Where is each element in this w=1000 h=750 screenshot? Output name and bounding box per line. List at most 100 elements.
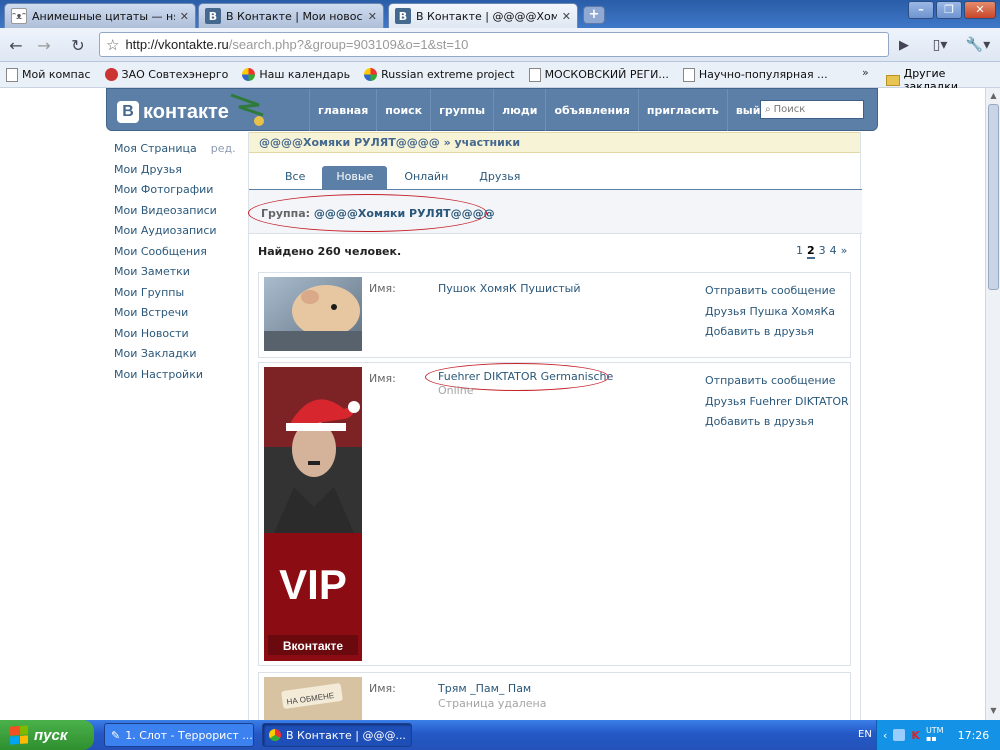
bookmark-item[interactable]: Наш календарь xyxy=(242,68,350,81)
scroll-up-arrow-icon[interactable]: ▲ xyxy=(986,89,1000,103)
menu-groups[interactable]: Мои Группы xyxy=(114,286,236,307)
forward-arrow-icon[interactable]: → xyxy=(32,33,56,57)
member-photo[interactable]: VIP Вконтакте xyxy=(264,367,362,661)
vertical-scrollbar[interactable]: ▲ ▼ xyxy=(985,88,1000,720)
close-tab-icon[interactable]: ✕ xyxy=(562,10,571,23)
search-icon: ⌕ xyxy=(765,104,771,115)
system-tray: ‹ K UTM ▪▪ 17:26 xyxy=(876,720,1000,750)
menu-news[interactable]: Мои Новости xyxy=(114,327,236,348)
start-button[interactable]: пуск xyxy=(0,720,94,750)
bookmark-item[interactable]: ЗАО Совтехэнерго xyxy=(104,68,228,81)
page-next[interactable]: » xyxy=(841,244,848,259)
menu-settings[interactable]: Мои Настройки xyxy=(114,368,236,389)
vk-header: Bконтакте главная поиск группы люди объя… xyxy=(106,88,878,131)
nav-home[interactable]: главная xyxy=(309,89,376,131)
tab-new[interactable]: Новые xyxy=(322,166,388,189)
scrollbar-thumb[interactable] xyxy=(988,104,999,290)
tab-friends[interactable]: Друзья xyxy=(465,166,534,189)
nav-ads[interactable]: объявления xyxy=(545,89,637,131)
member-name-link[interactable]: Пушок ХомяК Пушистый xyxy=(438,282,581,295)
nav-invite[interactable]: пригласить xyxy=(637,89,727,131)
bookmark-item[interactable]: Russian extreme project xyxy=(364,68,515,81)
wrench-menu-icon[interactable]: 🔧▾ xyxy=(962,33,994,57)
results-count: Найдено 260 человек. xyxy=(258,245,402,258)
menu-videos[interactable]: Мои Видеозаписи xyxy=(114,204,236,225)
browser-window: ᵔᴥᵔ Анимешные цитаты — ня... ✕ B В Конта… xyxy=(0,0,1000,750)
nav-groups[interactable]: группы xyxy=(430,89,493,131)
address-bar[interactable]: ☆ http://vkontakte.ru/search.php?&group=… xyxy=(99,32,889,57)
maximize-button[interactable]: ❐ xyxy=(936,1,962,19)
close-tab-icon[interactable]: ✕ xyxy=(180,10,189,23)
close-tab-icon[interactable]: ✕ xyxy=(368,10,377,23)
bookmark-item[interactable]: Мой компас xyxy=(6,67,91,82)
menu-photos[interactable]: Мои Фотографии xyxy=(114,183,236,204)
member-photo[interactable] xyxy=(264,277,362,351)
close-window-button[interactable]: ✕ xyxy=(964,1,996,19)
member-tabs: Все Новые Онлайн Друзья xyxy=(249,166,862,190)
edit-link[interactable]: ред. xyxy=(211,142,236,155)
menu-audio[interactable]: Мои Аудиозаписи xyxy=(114,224,236,245)
group-name[interactable]: @@@@Хомяки РУЛЯТ@@@@ xyxy=(314,207,495,220)
top-nav: главная поиск группы люди объявления при… xyxy=(309,89,783,131)
nav-search[interactable]: поиск xyxy=(376,89,430,131)
tray-arrow-icon[interactable]: ‹ xyxy=(883,729,887,742)
network-icon[interactable] xyxy=(893,729,906,741)
left-menu: Моя Страница ред. Мои Друзья Мои Фотограф… xyxy=(114,142,236,388)
back-arrow-icon[interactable]: ← xyxy=(4,33,28,57)
send-message-link[interactable]: Отправить сообщение xyxy=(705,374,849,395)
tab-online[interactable]: Онлайн xyxy=(390,166,462,189)
member-friends-link[interactable]: Друзья Пушка ХомяКа xyxy=(705,305,836,326)
member-friends-link[interactable]: Друзья Fuehrer DIKTATOR xyxy=(705,395,849,416)
bookmark-item[interactable]: МОСКОВСКИЙ РЕГИ... xyxy=(528,67,669,82)
go-play-icon[interactable]: ▶ xyxy=(892,33,916,57)
page-link[interactable]: 1 xyxy=(796,244,803,259)
antivirus-k-icon[interactable]: K xyxy=(911,729,920,742)
reload-icon[interactable]: ↻ xyxy=(66,33,90,57)
minimize-button[interactable]: – xyxy=(908,1,934,19)
menu-events[interactable]: Мои Встречи xyxy=(114,306,236,327)
page-link[interactable]: 3 xyxy=(819,244,826,259)
breadcrumb-section: участники xyxy=(454,136,521,149)
swirl-icon xyxy=(104,68,118,81)
language-indicator[interactable]: EN xyxy=(858,729,872,740)
url-path: /search.php?&group=903109&o=1&st=10 xyxy=(228,37,469,52)
page-link[interactable]: 4 xyxy=(830,244,837,259)
member-photo[interactable]: НА ОБМЕНЕ xyxy=(264,677,362,720)
send-message-link[interactable]: Отправить сообщение xyxy=(705,284,836,305)
menu-messages[interactable]: Мои Сообщения xyxy=(114,245,236,266)
browser-tab-3-active[interactable]: B В Контакте | @@@@Хом... ✕ xyxy=(388,3,578,28)
chrome-icon xyxy=(269,729,281,741)
browser-tab-2[interactable]: B В Контакте | Мои новост... ✕ xyxy=(198,3,384,28)
bookmark-star-icon[interactable]: ☆ xyxy=(106,36,119,54)
page-current: 2 xyxy=(807,244,815,259)
bookmark-item[interactable]: Научно-популярная ... xyxy=(682,67,828,82)
vk-b-icon: B xyxy=(117,101,139,123)
taskbar-item[interactable]: ✎ 1. Слот - Террорист ... xyxy=(104,723,254,747)
vk-logo[interactable]: Bконтакте xyxy=(117,93,269,127)
member-name-link[interactable]: Трям _Пам_ Пам xyxy=(438,682,531,695)
tab-all[interactable]: Все xyxy=(271,166,319,189)
taskbar-item-active[interactable]: В Контакте | @@@... xyxy=(262,723,412,747)
member-actions: Отправить сообщение Друзья Пушка ХомяКа … xyxy=(705,284,836,346)
menu-notes[interactable]: Мои Заметки xyxy=(114,265,236,286)
search-input[interactable]: ⌕ Поиск xyxy=(760,100,864,119)
new-tab-button[interactable]: + xyxy=(583,6,605,24)
add-friend-link[interactable]: Добавить в друзья xyxy=(705,415,849,436)
clock[interactable]: 17:26 xyxy=(958,729,990,742)
member-name-link[interactable]: Fuehrer DIKTATOR Germanische xyxy=(438,370,613,383)
browser-tab-1[interactable]: ᵔᴥᵔ Анимешные цитаты — ня... ✕ xyxy=(4,3,196,28)
menu-my-page[interactable]: Моя Страница ред. xyxy=(114,142,236,163)
breadcrumb-group-link[interactable]: @@@@Хомяки РУЛЯТ@@@@ xyxy=(259,136,440,149)
utm-icon[interactable]: UTM ▪▪ xyxy=(926,727,944,743)
member-row: НА ОБМЕНЕ Имя: Трям _Пам_ Пам Страница у… xyxy=(258,672,851,720)
bookmarks-overflow-chevron-icon[interactable]: » xyxy=(862,66,869,79)
page-icon xyxy=(682,67,695,82)
member-row: VIP Вконтакте Имя: Fuehrer DIKTATOR Germ… xyxy=(258,362,851,666)
menu-bookmarks[interactable]: Мои Закладки xyxy=(114,347,236,368)
scroll-down-arrow-icon[interactable]: ▼ xyxy=(986,704,1000,718)
page-menu-icon[interactable]: ▯▾ xyxy=(924,33,956,57)
name-label: Имя: xyxy=(369,372,396,385)
nav-people[interactable]: люди xyxy=(493,89,545,131)
menu-friends[interactable]: Мои Друзья xyxy=(114,163,236,184)
add-friend-link[interactable]: Добавить в друзья xyxy=(705,325,836,346)
